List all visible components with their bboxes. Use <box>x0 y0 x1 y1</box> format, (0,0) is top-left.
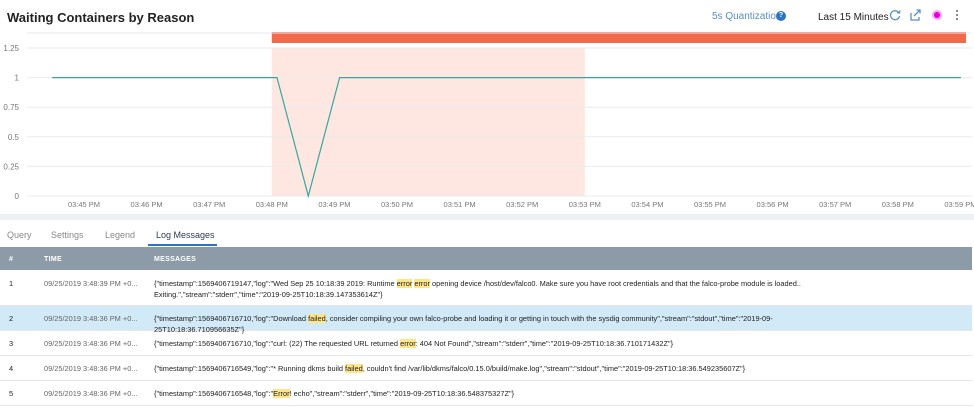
x-tick-label: 03:48 PM <box>256 200 288 209</box>
x-tick-label: 03:52 PM <box>506 200 538 209</box>
x-tick-label: 03:50 PM <box>381 200 413 209</box>
row-message: {"timestamp":1569406716549,"log":"* Runn… <box>154 363 814 374</box>
x-tick-label: 03:46 PM <box>131 200 163 209</box>
row-number: 2 <box>9 314 14 323</box>
message-text: {"timestamp":1569406716548,"log":" <box>154 389 274 398</box>
table-row[interactable]: 5 09/25/2019 3:48:36 PM +0... {"timestamp"… <box>0 381 972 406</box>
chart: 1.25 1 0.75 0.5 0.25 0 03:45 PM 03:46 PM 03:47 P… <box>0 30 974 220</box>
table-row[interactable]: 3 09/25/2019 3:48:36 PM +0... {"timestamp"… <box>0 331 972 356</box>
time-range-selector[interactable]: Last 15 Minutes <box>818 12 889 23</box>
keyword-highlight: failed <box>345 364 363 373</box>
series-point <box>959 77 962 79</box>
x-tick-label: 03:53 PM <box>569 200 601 209</box>
row-time: 09/25/2019 3:48:36 PM +0... <box>44 389 138 398</box>
y-tick-label: 0.75 <box>3 103 19 112</box>
y-tick-label: 0.25 <box>3 162 19 171</box>
x-tick-label: 03:56 PM <box>757 200 789 209</box>
x-tick-label: 03:59 PM <box>944 200 974 209</box>
table-header: # TIME MESSAGES <box>0 247 972 270</box>
y-tick-label: 0.5 <box>8 133 20 142</box>
row-number: 4 <box>9 364 14 373</box>
row-message: {"timestamp":1569406719147,"log":"Wed Se… <box>154 278 814 300</box>
x-tick-label: 03:57 PM <box>819 200 851 209</box>
row-time: 09/25/2019 3:48:36 PM +0... <box>44 314 138 323</box>
column-header-messages[interactable]: MESSAGES <box>154 256 196 263</box>
event-bar <box>271 32 966 43</box>
row-number: 1 <box>9 279 14 288</box>
tab-legend[interactable]: Legend <box>105 230 135 240</box>
highlight-region <box>271 48 585 196</box>
row-number: 3 <box>9 339 14 348</box>
tab-bar: Query Settings Legend Log Messages <box>0 224 974 246</box>
x-tick-label: 03:54 PM <box>631 200 663 209</box>
message-text: : 404 Not Found","stream":"stderr","time… <box>415 339 674 348</box>
tab-settings[interactable]: Settings <box>51 230 84 240</box>
keyword-highlight: error <box>400 339 416 348</box>
panel-title: Waiting Containers by Reason <box>7 10 195 25</box>
message-text: , couldn't find /var/lib/dkms/falco/0.15… <box>362 364 746 373</box>
column-header-time[interactable]: TIME <box>44 256 62 263</box>
x-tick-label: 03:47 PM <box>193 200 225 209</box>
table-row[interactable]: 1 09/25/2019 3:48:39 PM +0... {"timestamp"… <box>0 271 972 306</box>
quantization-label[interactable]: 5s Quantization <box>712 11 782 22</box>
y-tick-label: 1 <box>15 74 20 83</box>
tab-query[interactable]: Query <box>7 230 32 240</box>
message-text: {"timestamp":1569406719147,"log":"Wed Se… <box>154 279 397 288</box>
x-tick-label: 03:55 PM <box>694 200 726 209</box>
series-point <box>307 195 309 197</box>
tab-log-messages[interactable]: Log Messages <box>156 230 215 240</box>
series-point <box>276 77 278 79</box>
help-icon[interactable]: ? <box>776 11 786 21</box>
palette-icon[interactable] <box>930 8 944 22</box>
row-time: 09/25/2019 3:48:36 PM +0... <box>44 339 138 348</box>
active-tab-indicator <box>148 244 217 246</box>
kebab-menu-icon[interactable] <box>955 10 959 22</box>
series-point <box>339 77 341 79</box>
y-tick-label: 0 <box>15 192 20 201</box>
keyword-highlight: failed <box>308 314 326 323</box>
export-icon[interactable] <box>909 8 923 22</box>
keyword-highlight: error <box>414 279 430 288</box>
row-time: 09/25/2019 3:48:39 PM +0... <box>44 279 138 288</box>
row-message: {"timestamp":1569406716548,"log":"Error!… <box>154 388 814 399</box>
x-tick-label: 03:51 PM <box>444 200 476 209</box>
table-row[interactable]: 4 09/25/2019 3:48:36 PM +0... {"timestamp"… <box>0 356 972 381</box>
x-tick-label: 03:49 PM <box>318 200 350 209</box>
line-chart: 1.25 1 0.75 0.5 0.25 0 03:45 PM 03:46 PM 03:47 P… <box>3 32 974 209</box>
keyword-highlight: Error <box>273 389 290 398</box>
message-text: ! echo","stream":"stderr","time":"2019-0… <box>289 389 515 398</box>
x-tick-label: 03:58 PM <box>882 200 914 209</box>
row-message: {"timestamp":1569406716710,"log":"curl: … <box>154 338 814 349</box>
message-text: {"timestamp":1569406716710,"log":"curl: … <box>154 339 401 348</box>
chart-divider <box>0 214 974 220</box>
column-header-number[interactable]: # <box>9 256 13 263</box>
row-number: 5 <box>9 389 14 398</box>
y-tick-label: 1.25 <box>3 44 19 53</box>
table-row[interactable]: 2 09/25/2019 3:48:36 PM +0... {"timestamp"… <box>0 306 972 334</box>
series-point <box>52 77 54 79</box>
panel-header: Waiting Containers by Reason 5s Quantiza… <box>0 0 974 32</box>
keyword-highlight: error <box>396 279 413 288</box>
refresh-icon[interactable] <box>888 8 902 22</box>
row-time: 09/25/2019 3:48:36 PM +0... <box>44 364 138 373</box>
x-tick-label: 03:45 PM <box>68 200 100 209</box>
message-text: {"timestamp":1569406716549,"log":"* Runn… <box>154 364 346 373</box>
message-text: {"timestamp":1569406716710,"log":"Downlo… <box>154 314 309 323</box>
